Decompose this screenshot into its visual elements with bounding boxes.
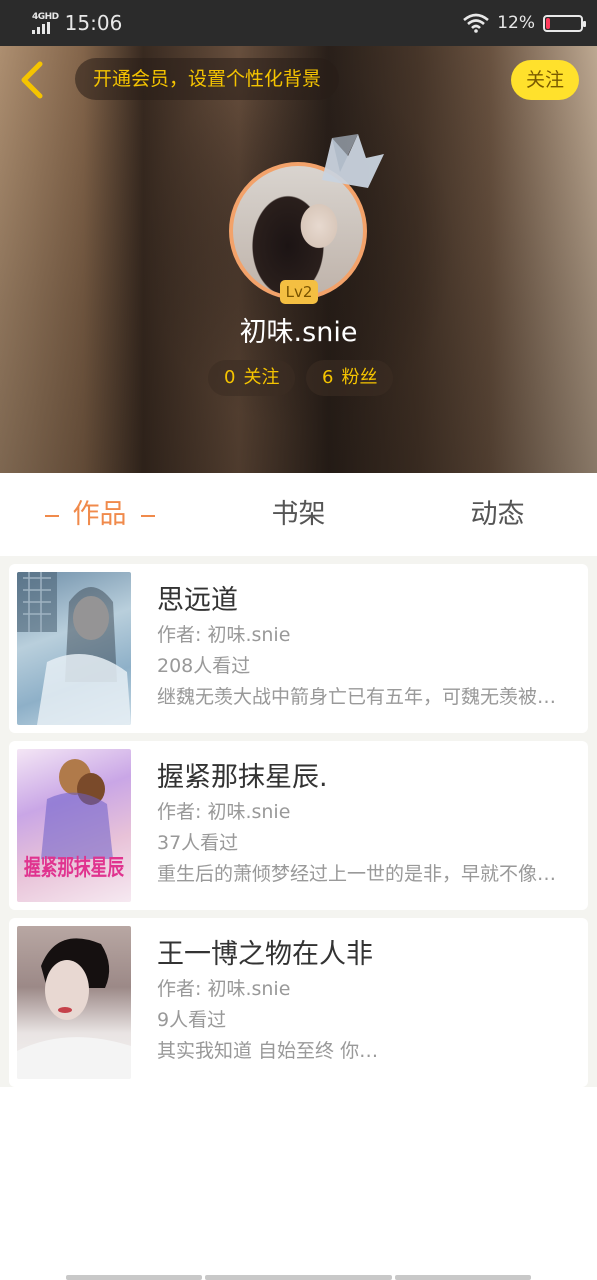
- level-badge: Lv2: [280, 280, 318, 304]
- nav-hint: [395, 1275, 531, 1280]
- tab-label: 书架: [271, 499, 326, 530]
- work-author: 作者: 初味.snie: [157, 978, 291, 1000]
- work-title: 握紧那抹星辰.: [157, 762, 328, 793]
- signal-icon: 4GHD: [32, 12, 59, 34]
- wifi-icon: [463, 13, 490, 33]
- work-card[interactable]: 握紧那抹星辰 握紧那抹星辰. 作者: 初味.snie 37人看过 重生后的萧倾梦…: [9, 741, 588, 910]
- book-cover: [17, 926, 131, 1079]
- tab-indicator: [140, 514, 155, 517]
- cover-title: 握紧那抹星辰: [24, 855, 124, 881]
- book-cover: [17, 572, 131, 725]
- vip-promo-button[interactable]: 开通会员，设置个性化背景: [75, 58, 340, 100]
- battery-level: [546, 17, 551, 29]
- empty-area: [0, 1087, 597, 1280]
- nav-hint: [205, 1275, 392, 1280]
- nav-hint: [66, 1275, 202, 1280]
- work-summary: 继魏无羡大战中箭身亡已有五年，可魏无羡被…: [157, 686, 557, 708]
- works-list: 思远道 作者: 初味.snie 208人看过 继魏无羡大战中箭身亡已有五年，可魏…: [0, 556, 597, 1087]
- tab-label: 动态: [470, 499, 525, 530]
- fans-stat[interactable]: 6 粉丝: [306, 360, 394, 396]
- work-title: 王一博之物在人非: [157, 939, 373, 970]
- work-views: 208人看过: [157, 655, 251, 677]
- battery-percent: 12%: [497, 13, 535, 33]
- profile-tabs: 作品 书架 动态: [0, 473, 597, 556]
- tab-indicator: [44, 514, 59, 517]
- work-author: 作者: 初味.snie: [157, 801, 291, 823]
- tab-works[interactable]: 作品: [0, 473, 199, 556]
- status-time: 15:06: [64, 11, 123, 35]
- status-bar: 4GHD 15:06 12%: [0, 0, 597, 46]
- tab-label: 作品: [72, 499, 127, 530]
- crown-icon: [322, 134, 384, 188]
- fans-label: 粉丝: [341, 367, 378, 388]
- work-summary: 其实我知道 自始至终 你…: [157, 1040, 379, 1062]
- network-type: 4GHD: [32, 12, 59, 22]
- book-cover: 握紧那抹星辰: [17, 749, 131, 902]
- following-count: 0: [224, 367, 236, 388]
- work-views: 9人看过: [157, 1009, 227, 1031]
- work-card[interactable]: 思远道 作者: 初味.snie 208人看过 继魏无羡大战中箭身亡已有五年，可魏…: [9, 564, 588, 733]
- tab-bookshelf[interactable]: 书架: [199, 473, 398, 556]
- chevron-left-icon[interactable]: [16, 60, 50, 100]
- work-views: 37人看过: [157, 832, 239, 854]
- following-stat[interactable]: 0 关注: [208, 360, 296, 396]
- work-summary: 重生后的萧倾梦经过上一世的是非，早就不像…: [157, 863, 557, 885]
- username: 初味.snie: [239, 317, 358, 348]
- fans-count: 6: [322, 367, 334, 388]
- battery-icon: [543, 14, 586, 32]
- work-title: 思远道: [157, 585, 238, 616]
- work-author: 作者: 初味.snie: [157, 624, 291, 646]
- following-label: 关注: [243, 367, 280, 388]
- profile-header: 开通会员，设置个性化背景 关注 Lv2 初味.snie 0 关注 6 粉丝: [0, 46, 597, 473]
- work-card[interactable]: 王一博之物在人非 作者: 初味.snie 9人看过 其实我知道 自始至终 你…: [9, 918, 588, 1087]
- tab-activity[interactable]: 动态: [398, 473, 597, 556]
- follow-button[interactable]: 关注: [511, 60, 579, 100]
